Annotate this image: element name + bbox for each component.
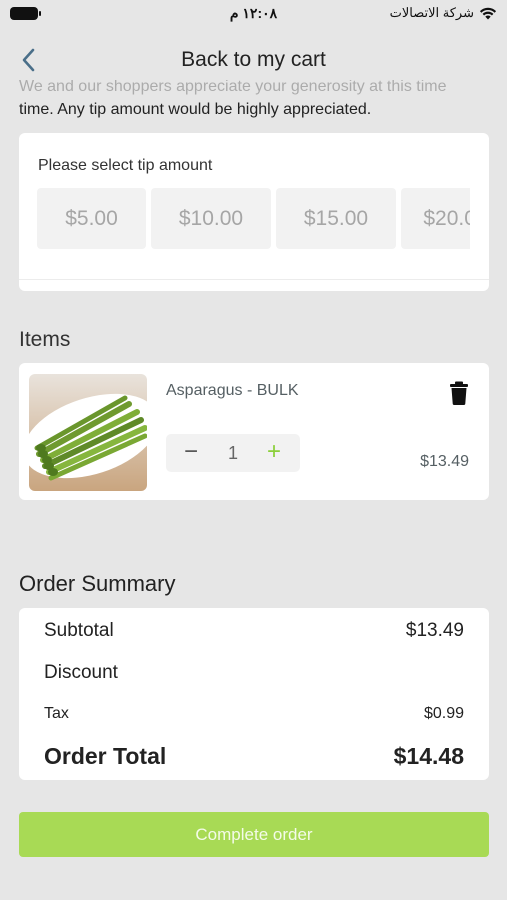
order-summary-card: Subtotal $13.49 Discount Tax $0.99 Order…: [19, 608, 489, 780]
quantity-value: 1: [227, 443, 238, 463]
tip-select-label: Please select tip amount: [38, 157, 213, 174]
complete-order-button[interactable]: Complete order: [19, 812, 489, 857]
order-total-value: $14.48: [393, 743, 464, 769]
page-title: Back to my cart: [181, 48, 326, 71]
increase-quantity-button[interactable]: +: [261, 440, 287, 466]
tip-option-20[interactable]: $20.00: [401, 188, 470, 249]
tip-option-10[interactable]: $10.00: [151, 188, 271, 249]
subtotal-row: Subtotal $13.49: [44, 620, 464, 642]
trash-icon[interactable]: [449, 381, 469, 405]
item-name[interactable]: Asparagus - BULK: [166, 382, 299, 400]
discount-label: Discount: [44, 662, 118, 683]
quantity-stepper: − 1 +: [166, 434, 300, 472]
tax-label: Tax: [44, 705, 69, 722]
decrease-quantity-button[interactable]: −: [178, 440, 204, 466]
asparagus-photo: [29, 374, 147, 491]
cart-item: Asparagus - BULK − 1 + $13.49: [19, 363, 489, 500]
tip-option-5[interactable]: $5.00: [37, 188, 146, 249]
tip-intro-line: time. Any tip amount would be highly app…: [19, 101, 372, 118]
tip-intro-partial-line: We and our shoppers appreciate your gene…: [19, 80, 447, 95]
tip-options-scroller[interactable]: $5.00 $10.00 $15.00 $20.00: [37, 188, 470, 249]
tip-card: Please select tip amount $5.00 $10.00 $1…: [19, 133, 489, 291]
order-total-row: Order Total $14.48: [44, 743, 464, 770]
order-summary-heading: Order Summary: [19, 571, 176, 596]
tip-divider: [19, 279, 489, 280]
carrier-label: شركة الاتصالات: [389, 5, 474, 20]
subtotal-label: Subtotal: [44, 620, 114, 641]
tip-option-15[interactable]: $15.00: [276, 188, 396, 249]
subtotal-value: $13.49: [405, 620, 464, 641]
tax-value: $0.99: [423, 705, 464, 722]
items-heading: Items: [19, 328, 71, 351]
discount-row: Discount: [44, 662, 464, 684]
nav-bar: Back to my cart: [0, 40, 507, 80]
tip-intro-text: We and our shoppers appreciate your gene…: [19, 80, 489, 120]
item-price: $13.49: [420, 453, 469, 470]
tax-row: Tax $0.99: [44, 705, 464, 723]
order-total-label: Order Total: [44, 743, 167, 769]
status-bar: ١٢:٠٨ م شركة الاتصالات: [0, 0, 507, 30]
asparagus-image: [29, 374, 147, 491]
status-right: شركة الاتصالات: [390, 5, 497, 21]
wifi-icon: [479, 7, 497, 20]
